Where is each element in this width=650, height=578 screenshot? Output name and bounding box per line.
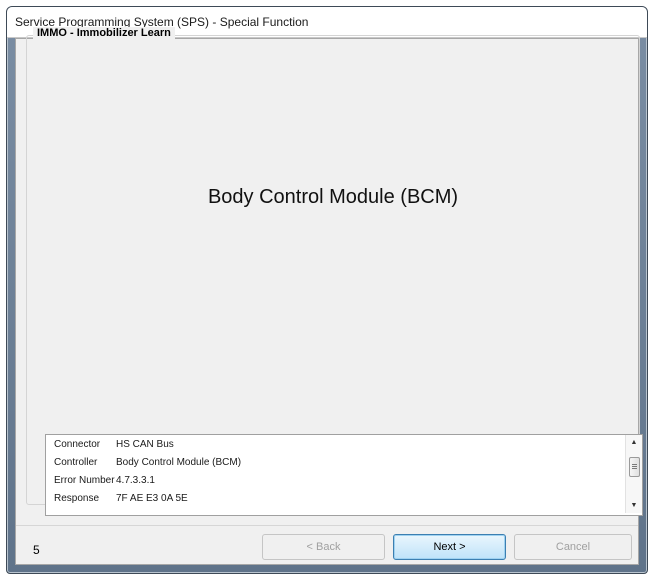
step-number: 5	[33, 543, 40, 557]
detail-value: 7F AE E3 0A 5E	[116, 493, 188, 504]
back-button[interactable]: < Back	[262, 534, 385, 560]
scroll-up-arrow-icon[interactable]: ▲	[626, 439, 642, 446]
detail-value: HS CAN Bus	[116, 439, 174, 450]
detail-value: 4.7.3.3.1	[116, 475, 155, 486]
cancel-button[interactable]: Cancel	[514, 534, 632, 560]
detail-label: Error Number	[54, 475, 115, 486]
footer-divider	[16, 525, 638, 526]
detail-label: Connector	[54, 439, 101, 450]
scroll-down-arrow-icon[interactable]: ▼	[626, 502, 642, 509]
detail-label: Controller	[54, 457, 98, 468]
scroll-thumb[interactable]	[629, 457, 640, 477]
detail-row-response: Response 7F AE E3 0A 5E	[54, 493, 188, 509]
next-button[interactable]: Next >	[393, 534, 506, 560]
sps-dialog-window: Service Programming System (SPS) - Speci…	[6, 6, 648, 574]
detail-value: Body Control Module (BCM)	[116, 457, 242, 468]
group-label: IMMO - Immobilizer Learn	[33, 27, 175, 39]
details-scrollbar[interactable]: ▲ ▼	[625, 435, 642, 513]
module-title: Body Control Module (BCM)	[207, 186, 459, 208]
detail-row-connector: Connector HS CAN Bus	[54, 439, 174, 455]
detail-label: Response	[54, 493, 100, 504]
detail-row-error-number: Error Number4.7.3.3.1	[54, 475, 155, 491]
detail-row-controller: Controller Body Control Module (BCM)	[54, 457, 241, 473]
details-list[interactable]: Connector HS CAN Bus Controller Body Contr…	[45, 434, 643, 516]
